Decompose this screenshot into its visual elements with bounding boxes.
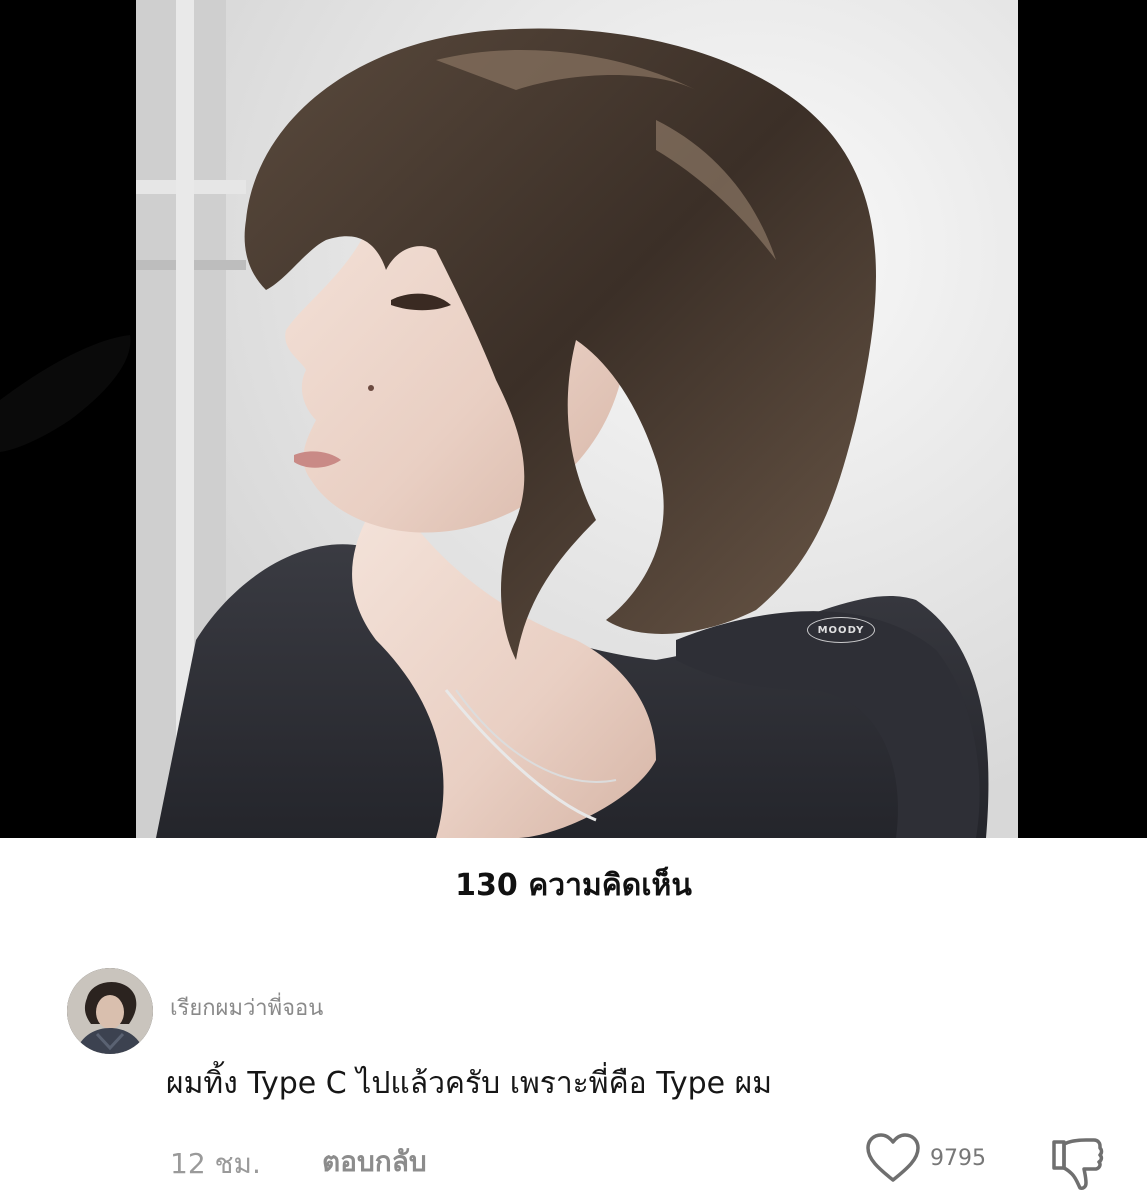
comment-timestamp: 12 ชม. (170, 1147, 261, 1180)
like-count: 9795 (930, 1146, 986, 1171)
post-photo: MOODY (136, 0, 1018, 838)
comment-item: เรียกผมว่าพี่จอน ผมทิ้ง Type C ไปแล้วครั… (0, 960, 1147, 1190)
thumbs-down-outline-icon (1052, 1138, 1104, 1190)
watermark: MOODY (807, 617, 875, 643)
avatar[interactable] (67, 968, 153, 1054)
like-button[interactable] (862, 1132, 924, 1184)
dislike-button[interactable] (1050, 1136, 1104, 1192)
comment-username[interactable]: เรียกผมว่าพี่จอน (170, 990, 323, 1025)
comments-count-title: 130 ความคิดเห็น (455, 868, 692, 903)
censor-brush-mark (0, 335, 131, 452)
avatar-image (67, 968, 153, 1054)
video-viewport[interactable]: MOODY (0, 0, 1147, 838)
comment-text: ผมทิ้ง Type C ไปแล้วครับ เพราะพี่คือ Typ… (166, 1066, 772, 1101)
portrait-illustration (136, 0, 1018, 838)
heart-outline-icon (866, 1133, 920, 1182)
reply-button[interactable]: ตอบกลับ (322, 1140, 427, 1184)
